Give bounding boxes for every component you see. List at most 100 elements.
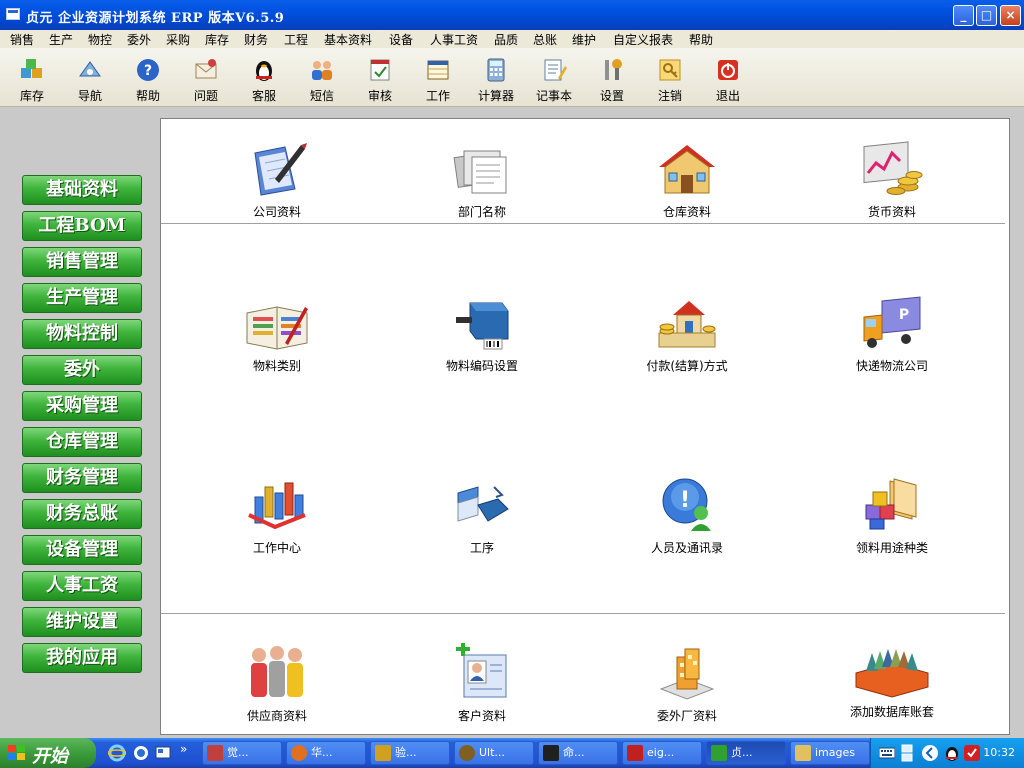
toolbar-notepad-button[interactable]: 记事本 [528, 53, 580, 105]
window-title: 贞元 企业资源计划系统 ERP 版本V6.5.9 [26, 11, 285, 26]
menu-item-basic-data[interactable]: 基本资料 [324, 31, 372, 48]
toolbar-label: 帮助 [135, 89, 160, 103]
toolbar-label: 记事本 [535, 89, 572, 103]
ie-icon[interactable] [108, 744, 126, 762]
quicklaunch-overflow[interactable]: » [180, 742, 187, 756]
taskbar-task[interactable]: Ult... [454, 741, 534, 765]
toolbar-settings-button[interactable]: 设置 [586, 53, 638, 105]
toolbar-sms-button[interactable]: 短信 [296, 53, 348, 105]
item-material-category[interactable]: 物料类别 [197, 293, 357, 374]
antivirus-icon[interactable] [963, 744, 981, 762]
network-icon[interactable] [901, 744, 913, 762]
boxes-icon [21, 59, 42, 78]
item-payment-method[interactable]: 付款(结算)方式 [607, 293, 767, 374]
power-icon [718, 60, 738, 80]
item-personnel-contacts[interactable]: ! 人员及通讯录 [607, 475, 767, 556]
item-express-logistics[interactable]: P 快递物流公司 [812, 293, 972, 374]
item-department-name[interactable]: 部门名称 [402, 139, 562, 220]
menu-item-material-control[interactable]: 物控 [88, 31, 112, 48]
menu-item-equipment[interactable]: 设备 [389, 31, 413, 48]
taskbar-task-active[interactable]: 贞... [706, 741, 786, 765]
menu-item-custom-report[interactable]: 自定义报表 [613, 31, 673, 48]
qq-tray-icon[interactable] [943, 744, 961, 762]
menu-item-sales[interactable]: 销售 [10, 31, 34, 48]
item-add-database-account[interactable]: 添加数据库账套 [812, 643, 972, 720]
taskbar-task[interactable]: images [790, 741, 870, 765]
taskbar-task[interactable]: 验... [370, 741, 450, 765]
menu-item-outsource[interactable]: 委外 [127, 31, 151, 48]
sidebar-item-production-management[interactable]: 生产管理 [22, 283, 142, 313]
item-company-info[interactable]: 公司资料 [197, 139, 357, 220]
keyboard-icon[interactable] [879, 746, 895, 760]
menu-item-quality[interactable]: 品质 [494, 31, 518, 48]
sidebar-item-engineering-bom[interactable]: 工程BOM [22, 211, 142, 241]
sidebar-item-maintenance-settings[interactable]: 维护设置 [22, 607, 142, 637]
folder-icon [795, 745, 811, 761]
taskbar-task[interactable]: 华... [286, 741, 366, 765]
menu-item-finance[interactable]: 财务 [244, 31, 268, 48]
svg-text:P: P [899, 307, 909, 323]
users-sms-icon [312, 61, 332, 80]
toolbar-work-button[interactable]: 工作 [412, 53, 464, 105]
minimize-button[interactable]: _ [953, 5, 974, 26]
start-button[interactable]: 开始 [0, 738, 96, 768]
sidebar-item-material-control[interactable]: 物料控制 [22, 319, 142, 349]
item-material-usage-type[interactable]: 领料用途种类 [812, 475, 972, 556]
menu-item-hr-payroll[interactable]: 人事工资 [430, 31, 478, 48]
sidebar-item-my-apps[interactable]: 我的应用 [22, 643, 142, 673]
toolbar-logout-button[interactable]: 注销 [644, 53, 696, 105]
key-icon [659, 59, 681, 81]
navigation-icon [79, 61, 101, 77]
maximize-button[interactable]: □ [976, 5, 997, 26]
menu-item-production[interactable]: 生产 [49, 31, 73, 48]
menu-item-purchase[interactable]: 采购 [166, 31, 190, 48]
toolbar-question-button[interactable]: 问题 [180, 53, 232, 105]
toolbar-inventory-button[interactable]: 库存 [6, 53, 58, 105]
menu-bar: 销售 生产 物控 委外 采购 库存 财务 工程 基本资料 设备 人事工资 品质 … [0, 30, 1024, 48]
sidebar-item-basic-data[interactable]: 基础资料 [22, 175, 142, 205]
toolbar-service-button[interactable]: 客服 [238, 53, 290, 105]
sidebar-item-sales-management[interactable]: 销售管理 [22, 247, 142, 277]
supplier-people-icon [251, 646, 303, 697]
chevron-left-icon[interactable] [921, 744, 939, 762]
toolbar-exit-button[interactable]: 退出 [702, 53, 754, 105]
app-icon[interactable] [6, 8, 20, 20]
sidebar-item-purchase-management[interactable]: 采购管理 [22, 391, 142, 421]
browser-icon[interactable] [132, 744, 150, 762]
ultraedit-icon [459, 745, 475, 761]
item-work-center[interactable]: 工作中心 [197, 475, 357, 556]
item-currency-info[interactable]: 货币资料 [812, 139, 972, 220]
item-process[interactable]: 工序 [402, 475, 562, 556]
toolbar-help-button[interactable]: ? 帮助 [122, 53, 174, 105]
taskbar-task[interactable]: eig... [622, 741, 702, 765]
taskbar-task[interactable]: 命... [538, 741, 618, 765]
item-customer-info[interactable]: 客户资料 [402, 643, 562, 724]
toolbar-calculator-button[interactable]: 计算器 [470, 53, 522, 105]
menu-item-inventory[interactable]: 库存 [205, 31, 229, 48]
item-material-code-setting[interactable]: 物料编码设置 [402, 293, 562, 374]
sidebar-item-finance-management[interactable]: 财务管理 [22, 463, 142, 493]
sidebar-item-warehouse-management[interactable]: 仓库管理 [22, 427, 142, 457]
menu-item-engineering[interactable]: 工程 [284, 31, 308, 48]
sidebar-item-hr-payroll[interactable]: 人事工资 [22, 571, 142, 601]
item-warehouse-info[interactable]: 仓库资料 [607, 139, 767, 220]
item-outsource-factory[interactable]: 委外厂资料 [607, 643, 767, 724]
menu-item-maintenance[interactable]: 维护 [572, 31, 596, 48]
toolbar-audit-button[interactable]: 审核 [354, 53, 406, 105]
sidebar-item-equipment-management[interactable]: 设备管理 [22, 535, 142, 565]
menu-item-help[interactable]: 帮助 [689, 31, 713, 48]
customer-card-icon [456, 643, 507, 698]
erp-app-icon [711, 745, 727, 761]
toolbar-navigation-button[interactable]: 导航 [64, 53, 116, 105]
item-supplier-info[interactable]: 供应商资料 [197, 643, 357, 724]
menu-item-ledger[interactable]: 总账 [533, 31, 557, 48]
clock[interactable]: 10:32 [983, 746, 1015, 759]
taskbar: 开始 » 觉... 华... 验... Ult... 命... eig... 贞… [0, 738, 1024, 768]
title-bar[interactable]: 贞元 企业资源计划系统 ERP 版本V6.5.9 _ □ × [0, 0, 1024, 30]
taskbar-task[interactable]: 觉... [202, 741, 282, 765]
sidebar-item-outsource[interactable]: 委外 [22, 355, 142, 385]
sidebar-item-general-ledger[interactable]: 财务总账 [22, 499, 142, 529]
close-button[interactable]: × [1000, 5, 1021, 26]
contacts-person-icon: ! [662, 478, 711, 531]
show-desktop-icon[interactable] [154, 744, 172, 762]
